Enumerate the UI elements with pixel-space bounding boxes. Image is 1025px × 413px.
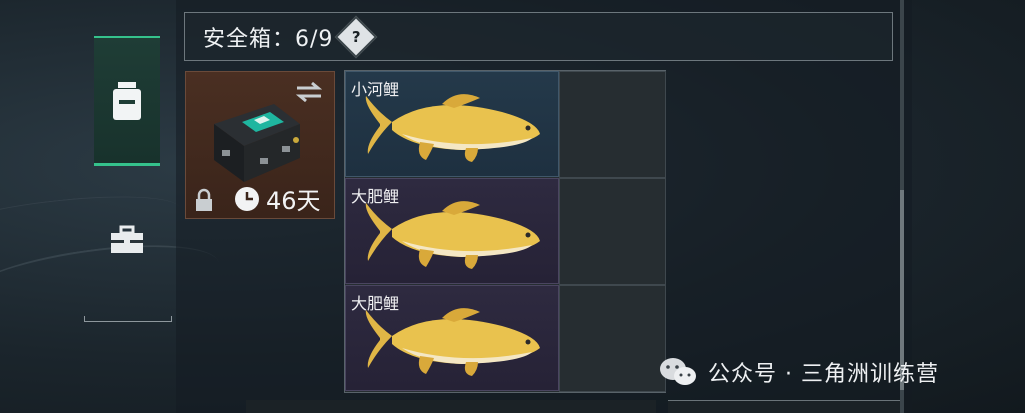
safe-box-capacity: 安全箱：6/9 <box>203 26 334 52</box>
carp-icon <box>365 308 540 376</box>
panel-footer-right <box>668 400 900 413</box>
carp-icon <box>365 94 540 162</box>
lock-icon <box>196 188 212 211</box>
sidebar <box>84 30 174 330</box>
panel-footer <box>246 400 656 413</box>
grid-item[interactable]: 大肥鲤 <box>345 285 559 391</box>
help-button[interactable]: ? <box>335 15 378 58</box>
watermark-text: 公众号 · 三角洲训练营 <box>708 362 939 387</box>
grid-item[interactable]: 大肥鲤 <box>345 178 559 284</box>
empty-slot[interactable] <box>559 178 666 285</box>
watermark: 公众号 · 三角洲训练营 <box>658 356 939 388</box>
tab-safe-box[interactable] <box>94 36 160 166</box>
sidebar-divider <box>84 316 172 322</box>
safe-case-card[interactable]: 46天 <box>185 71 335 219</box>
safe-box-grid: 小河鲤 大肥鲤 大肥鲤 <box>344 70 666 393</box>
safe-box-header: 安全箱：6/9 ? <box>184 12 893 61</box>
clock-icon <box>235 187 259 211</box>
backpack-icon <box>113 81 141 120</box>
duration-label: 46天 <box>266 187 321 215</box>
help-icon: ? <box>352 27 361 46</box>
tab-toolbox[interactable] <box>94 210 160 270</box>
toolbox-icon <box>111 225 143 253</box>
grid-item[interactable]: 小河鲤 <box>345 71 559 177</box>
safe-case-image <box>214 104 300 182</box>
wechat-icon <box>660 358 696 385</box>
carp-icon <box>365 201 540 269</box>
empty-slot[interactable] <box>559 285 666 392</box>
empty-slot[interactable] <box>559 71 666 178</box>
